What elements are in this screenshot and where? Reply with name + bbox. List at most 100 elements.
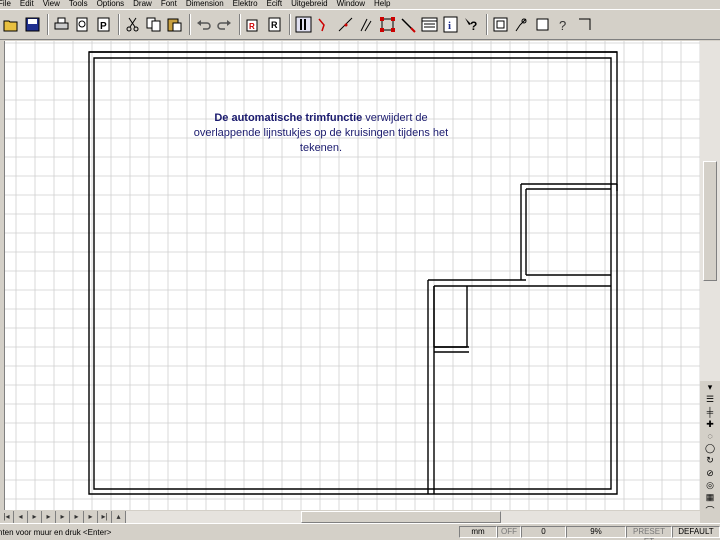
print-preview-button[interactable] — [73, 15, 92, 34]
vertical-scroll-thumb[interactable] — [703, 161, 717, 281]
menu-ecift[interactable]: Ecift — [267, 0, 283, 8]
zoom-icon — [515, 18, 527, 32]
select-points-icon — [380, 17, 395, 32]
zoom-window-button[interactable] — [491, 15, 510, 34]
open-icon — [3, 20, 18, 32]
snap-icon — [579, 18, 591, 30]
trim-button[interactable] — [399, 15, 418, 34]
sheet-nav-icon[interactable]: ▸ — [42, 510, 56, 523]
insert-block-button[interactable]: R — [244, 15, 263, 34]
menu-tools[interactable]: Tools — [69, 0, 88, 8]
angle-field[interactable]: 0 — [521, 526, 566, 538]
room-wall-middle — [427, 279, 611, 494]
menu-edit[interactable]: Edit — [20, 0, 34, 8]
whats-this-button[interactable]: ? — [462, 15, 481, 34]
save-icon — [25, 17, 40, 32]
units-field[interactable]: mm — [459, 526, 497, 538]
parallel-lines-icon — [295, 16, 312, 33]
cut-button[interactable] — [123, 15, 142, 34]
preset-field[interactable]: PRESET ET — [626, 526, 672, 540]
print-preview-icon — [76, 17, 88, 32]
snap-button[interactable] — [575, 15, 594, 34]
polyline-tool-icon[interactable]: ⌒ — [703, 504, 717, 516]
menu-window[interactable]: Window — [337, 0, 365, 8]
paste-button[interactable] — [165, 15, 184, 34]
main-toolbar: P R R i ? ? — [0, 9, 720, 40]
undo-button[interactable] — [194, 15, 213, 34]
print-button[interactable] — [52, 15, 71, 34]
menu-help[interactable]: Help — [374, 0, 390, 8]
properties-button[interactable]: P — [94, 15, 113, 34]
properties-icon: P — [97, 17, 110, 32]
reference-icon: R — [268, 17, 281, 32]
insert-block-icon: R — [246, 19, 258, 32]
parallel-lines-button[interactable] — [294, 15, 313, 34]
menu-uitgebreid[interactable]: Uitgebreid — [291, 0, 327, 8]
horizontal-scroll-track[interactable] — [126, 510, 700, 523]
svg-text:i: i — [448, 20, 451, 32]
line-icon — [338, 17, 353, 32]
rectangle-button[interactable] — [533, 15, 552, 34]
layers-icon — [421, 17, 438, 32]
sheet-nav-icon[interactable]: ▸ — [28, 510, 42, 523]
line-button[interactable] — [336, 15, 355, 34]
multi-line-button[interactable] — [357, 15, 376, 34]
copy-icon — [146, 17, 161, 32]
info-button[interactable]: i — [441, 15, 460, 34]
sheet-nav-icon[interactable]: ▸ — [70, 510, 84, 523]
sheet-nav-icon[interactable]: ▸ — [84, 510, 98, 523]
command-prompt: nten voor muur en druk <Enter> — [0, 528, 112, 537]
rotate-tool-icon[interactable]: ↻ — [703, 455, 717, 466]
help-button[interactable]: ? — [554, 15, 573, 34]
hatch-tool-icon[interactable]: ▦ — [703, 492, 717, 503]
trim-icon — [401, 18, 416, 33]
menu-font[interactable]: Font — [161, 0, 177, 8]
copy-button[interactable] — [144, 15, 163, 34]
horizontal-scroll-thumb[interactable] — [301, 510, 501, 523]
toolbar-separator — [289, 14, 291, 35]
grid-tool-icon[interactable]: ╪ — [703, 406, 717, 417]
ellipse-tool-icon[interactable]: ⊘ — [703, 467, 717, 478]
menu-options[interactable]: Options — [97, 0, 125, 8]
drawing-canvas[interactable]: De automatische trimfunctie verwijdert d… — [4, 41, 700, 510]
circle-tool-icon[interactable]: ◯ — [703, 443, 717, 454]
annotation-bold: De automatische trimfunctie — [214, 112, 363, 124]
multi-line-icon — [360, 18, 372, 32]
cross-tool-icon[interactable]: ✚ — [703, 419, 717, 430]
menu-file[interactable]: File — [0, 0, 11, 8]
zoom-field[interactable]: 9% — [566, 526, 626, 538]
menu-elektro[interactable]: Elektro — [233, 0, 258, 8]
sheet-options-icon[interactable]: ▴ — [112, 510, 126, 523]
vertical-scrollbar[interactable] — [700, 41, 720, 381]
arc-tool-icon[interactable]: ◌ — [703, 431, 717, 442]
horizontal-scrollbar: |◂ ◂ ▸ ▸ ▸ ▸ ▸ ▸| ▴ — [0, 510, 700, 523]
closet-wall — [433, 286, 468, 348]
toolbar-separator — [47, 14, 49, 35]
ortho-field[interactable]: OFF — [497, 526, 521, 538]
toolbar-separator — [189, 14, 191, 35]
first-sheet-icon[interactable]: |◂ — [0, 510, 14, 523]
next-sheet-icon[interactable]: ▸| — [98, 510, 112, 523]
angle-button[interactable] — [315, 15, 334, 34]
menu-view[interactable]: View — [43, 0, 60, 8]
sheet-nav-icon[interactable]: ▸ — [56, 510, 70, 523]
target-tool-icon[interactable]: ◎ — [703, 480, 717, 491]
list-tool-icon[interactable]: ☰ — [703, 394, 717, 405]
open-button[interactable] — [2, 15, 21, 34]
save-button[interactable] — [23, 15, 42, 34]
zoom-button[interactable] — [512, 15, 531, 34]
scroll-down-button[interactable]: ▾ — [703, 382, 717, 393]
reference-button[interactable]: R — [265, 15, 284, 34]
menu-dimension[interactable]: Dimension — [186, 0, 224, 8]
undo-icon — [197, 20, 211, 30]
redo-button[interactable] — [215, 15, 234, 34]
select-points-button[interactable] — [378, 15, 397, 34]
menu-draw[interactable]: Draw — [133, 0, 152, 8]
prev-sheet-icon[interactable]: ◂ — [14, 510, 28, 523]
menu-bar: File Edit View Tools Options Draw Font Dimensio… — [0, 0, 720, 9]
info-icon: i — [443, 16, 458, 33]
layer-field[interactable]: DEFAULT — [672, 526, 720, 538]
svg-text:?: ? — [559, 18, 566, 33]
layers-button[interactable] — [420, 15, 439, 34]
help-icon: ? — [559, 18, 566, 33]
